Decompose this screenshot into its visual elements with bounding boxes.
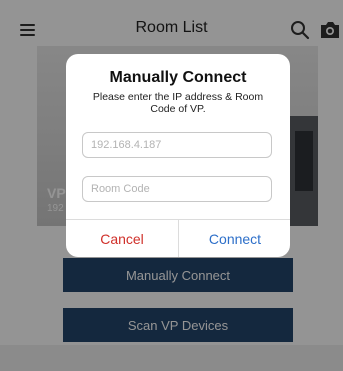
dialog-title: Manually Connect [109, 69, 247, 86]
ip-address-input[interactable] [82, 132, 272, 158]
dialog-message: Please enter the IP address & Room Code … [92, 91, 264, 115]
cancel-button[interactable]: Cancel [66, 220, 178, 257]
manual-connect-dialog: Manually Connect Please enter the IP add… [66, 54, 290, 257]
connect-button[interactable]: Connect [179, 220, 290, 257]
room-code-input[interactable] [82, 176, 272, 202]
